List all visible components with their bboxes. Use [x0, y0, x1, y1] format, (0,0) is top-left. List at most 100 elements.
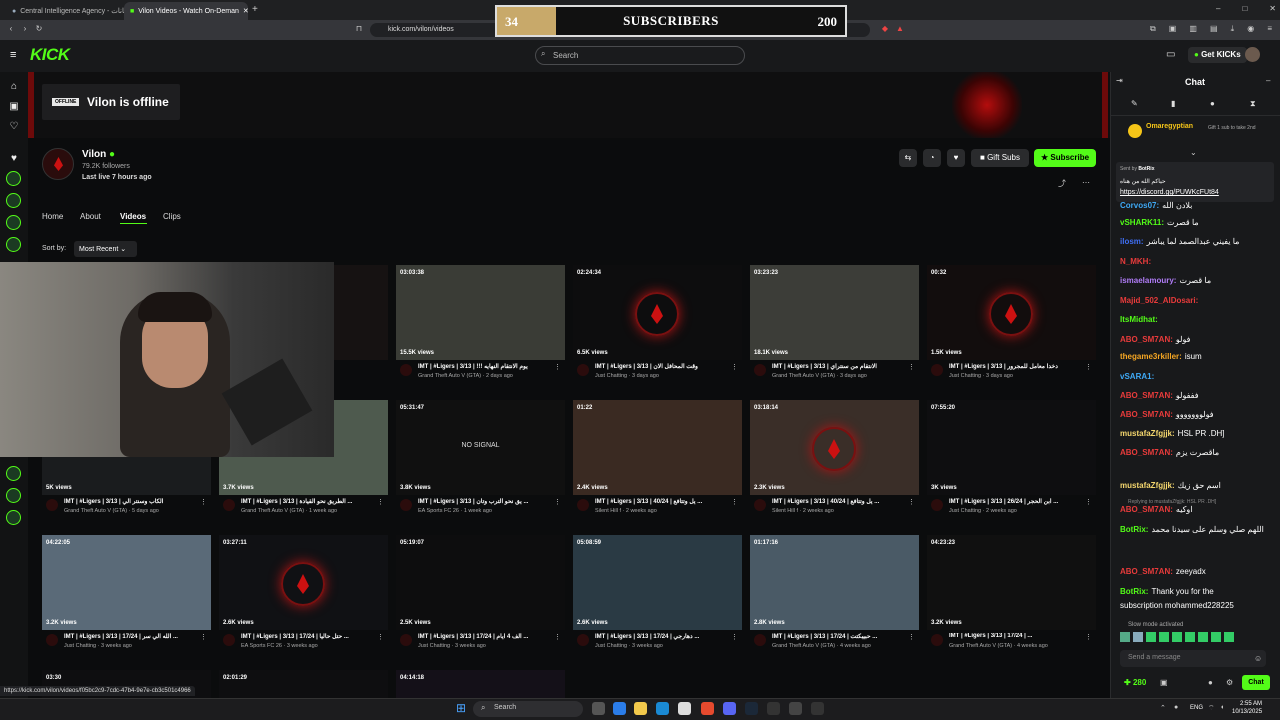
- notification-bell-icon[interactable]: ◔: [923, 149, 941, 167]
- video-options-icon[interactable]: ⋮: [731, 498, 738, 506]
- chat-bubble-icon[interactable]: ●: [1210, 99, 1215, 108]
- video-card[interactable]: 04:14:18: [396, 670, 565, 698]
- followed-channel-avatar[interactable]: [6, 215, 21, 230]
- sidebar-icon[interactable]: ▥: [1189, 24, 1197, 34]
- video-channel-avatar[interactable]: [931, 364, 943, 376]
- video-title[interactable]: IMT | #Ligers | 3/13 | وقت المحافل الان: [595, 363, 733, 370]
- emote-icon[interactable]: [1146, 632, 1156, 642]
- rewards-icon[interactable]: ▲: [895, 24, 905, 34]
- followed-channel-avatar[interactable]: [6, 488, 21, 503]
- profile-icon[interactable]: ◉: [1247, 24, 1254, 34]
- system-clock[interactable]: 2:55 AM 10/13/2025: [1232, 700, 1262, 716]
- file-explorer-icon[interactable]: [634, 702, 647, 715]
- followed-channel-avatar[interactable]: [6, 193, 21, 208]
- extension-icon[interactable]: ⧉: [1150, 24, 1156, 34]
- chat-username[interactable]: mustafaZfgjjk:: [1120, 429, 1175, 438]
- chat-username[interactable]: ABO_SM7AN:: [1120, 567, 1173, 576]
- video-thumbnail[interactable]: 03:03:38 15.5K views: [396, 265, 565, 360]
- back-icon[interactable]: ‹: [6, 24, 16, 34]
- emoji-icon[interactable]: ☺: [1254, 654, 1262, 663]
- video-thumbnail[interactable]: 01:17:16 2.8K views: [750, 535, 919, 630]
- trash-icon[interactable]: ▮: [1171, 99, 1175, 108]
- video-options-icon[interactable]: ⋮: [1085, 498, 1092, 506]
- tab-about[interactable]: About: [80, 212, 101, 221]
- menu-icon[interactable]: ≡: [1267, 24, 1272, 34]
- maximize-icon[interactable]: □: [1242, 4, 1247, 13]
- video-thumbnail[interactable]: 03:27:11 2.6K views: [219, 535, 388, 630]
- video-channel-avatar[interactable]: [931, 634, 943, 646]
- tab-videos[interactable]: Videos: [120, 212, 146, 221]
- chat-username[interactable]: ABO_SM7AN:: [1120, 335, 1173, 344]
- expand-pinned-icon[interactable]: ⌄: [1190, 148, 1197, 157]
- extension-icon[interactable]: ▣: [1169, 24, 1177, 34]
- start-icon[interactable]: ⊞: [456, 701, 466, 715]
- chat-username[interactable]: vSARA1:: [1120, 372, 1154, 381]
- video-title[interactable]: IMT | #Ligers | 3/13 | 40/24 | يل وتتافع…: [595, 498, 733, 505]
- store-icon[interactable]: [678, 702, 691, 715]
- video-channel-avatar[interactable]: [400, 634, 412, 646]
- tab-clips[interactable]: Clips: [163, 212, 181, 221]
- copilot-icon[interactable]: [613, 702, 626, 715]
- video-card[interactable]: 01:22 2.4K views IMT | #Ligers | 3/13 | 40…: [573, 400, 742, 530]
- video-card[interactable]: 01:17:16 2.8K views IMT | #Ligers | 3/13 |…: [750, 535, 919, 665]
- video-channel-avatar[interactable]: [400, 499, 412, 511]
- chat-input[interactable]: Send a message: [1120, 650, 1266, 667]
- chat-username[interactable]: ABO_SM7AN:: [1120, 410, 1173, 419]
- get-kicks-button[interactable]: ● Get KICKs: [1188, 47, 1247, 63]
- tray-app-icon[interactable]: ●: [1174, 704, 1178, 711]
- video-options-icon[interactable]: ⋮: [377, 498, 384, 506]
- video-title[interactable]: IMT | #Ligers | 3/13 | 17/24 | ...: [949, 633, 1087, 639]
- wifi-icon[interactable]: ⌔: [1208, 704, 1215, 713]
- video-title[interactable]: IMT | #Ligers | 3/13 | يق نحو الترب وتان…: [418, 498, 556, 505]
- follow-heart-icon[interactable]: ♥: [947, 149, 965, 167]
- gift-icon[interactable]: ▣: [1160, 678, 1168, 687]
- video-thumbnail[interactable]: 05:19:07 2.5K views: [396, 535, 565, 630]
- chat-username[interactable]: ABO_SM7AN:: [1120, 391, 1173, 400]
- video-card[interactable]: 05:08:59 2.6K views IMT | #Ligers | 3/13 |…: [573, 535, 742, 665]
- chat-username[interactable]: thegame3rkiller:: [1120, 352, 1182, 361]
- video-title[interactable]: IMT | #Ligers | 3/13 | 17/24 | دهارجي ..…: [595, 633, 733, 640]
- chat-username[interactable]: ItsMidhat:: [1120, 315, 1158, 324]
- video-thumbnail[interactable]: 04:22:05 3.2K views: [42, 535, 211, 630]
- video-title[interactable]: IMT | #Ligers | 3/13 | 17/24 | حبيبكتت .…: [772, 633, 910, 640]
- emote-icon[interactable]: [1211, 632, 1221, 642]
- video-thumbnail[interactable]: 02:01:29: [219, 670, 388, 698]
- video-thumbnail[interactable]: 01:22 2.4K views: [573, 400, 742, 495]
- chat-username[interactable]: ABO_SM7AN:: [1120, 448, 1173, 457]
- video-channel-avatar[interactable]: [931, 499, 943, 511]
- discord-icon[interactable]: [723, 702, 736, 715]
- download-icon[interactable]: ⤓: [1231, 24, 1235, 34]
- video-channel-avatar[interactable]: [223, 499, 235, 511]
- chat-username[interactable]: Majid_502_AlDosari:: [1120, 296, 1198, 305]
- video-title[interactable]: IMT | #Ligers | 3/13 | 40/24 | يل وتتافع…: [772, 498, 910, 505]
- hamburger-icon[interactable]: ≡: [10, 49, 16, 61]
- emote-icon[interactable]: [1133, 632, 1143, 642]
- browser-tab-active[interactable]: ■ Vilon Videos - Watch On-Deman ✕: [124, 2, 248, 20]
- settings-gear-icon[interactable]: ⚙: [1226, 678, 1233, 687]
- video-thumbnail[interactable]: 07:55:20 3K views: [927, 400, 1096, 495]
- close-window-icon[interactable]: ✕: [1269, 4, 1276, 13]
- video-channel-avatar[interactable]: [400, 364, 412, 376]
- video-options-icon[interactable]: ⋮: [554, 633, 561, 641]
- chat-menu-icon[interactable]: –: [1266, 76, 1270, 85]
- obs-icon[interactable]: [789, 702, 802, 715]
- kick-logo[interactable]: KICK: [30, 45, 70, 65]
- video-card[interactable]: 03:18:14 2.3K views IMT | #Ligers | 3/13 |…: [750, 400, 919, 530]
- user-avatar[interactable]: [1245, 47, 1260, 62]
- channel-avatar[interactable]: [42, 148, 74, 180]
- video-options-icon[interactable]: ⋮: [200, 498, 207, 506]
- favorites-icon[interactable]: ♥: [7, 152, 21, 166]
- gift-subs-button[interactable]: ■ Gift Subs: [971, 149, 1029, 167]
- bookmark-icon[interactable]: ⊓: [354, 24, 364, 34]
- app-icon[interactable]: [811, 702, 824, 715]
- video-options-icon[interactable]: ⋮: [731, 363, 738, 371]
- close-tab-icon[interactable]: ✕: [243, 7, 248, 15]
- video-title[interactable]: IMT | #Ligers | 3/13 | دخدا معامل للمجرو…: [949, 363, 1087, 370]
- video-channel-avatar[interactable]: [223, 634, 235, 646]
- pin-icon[interactable]: ✎: [1131, 99, 1138, 108]
- video-options-icon[interactable]: ⋮: [731, 633, 738, 641]
- app-icon[interactable]: [767, 702, 780, 715]
- video-card[interactable]: 03:27:11 2.6K views IMT | #Ligers | 3/13 |…: [219, 535, 388, 665]
- video-title[interactable]: IMT | #Ligers | 3/13 | الكاب وسنتر الي: [64, 498, 202, 505]
- video-options-icon[interactable]: ⋮: [1085, 363, 1092, 371]
